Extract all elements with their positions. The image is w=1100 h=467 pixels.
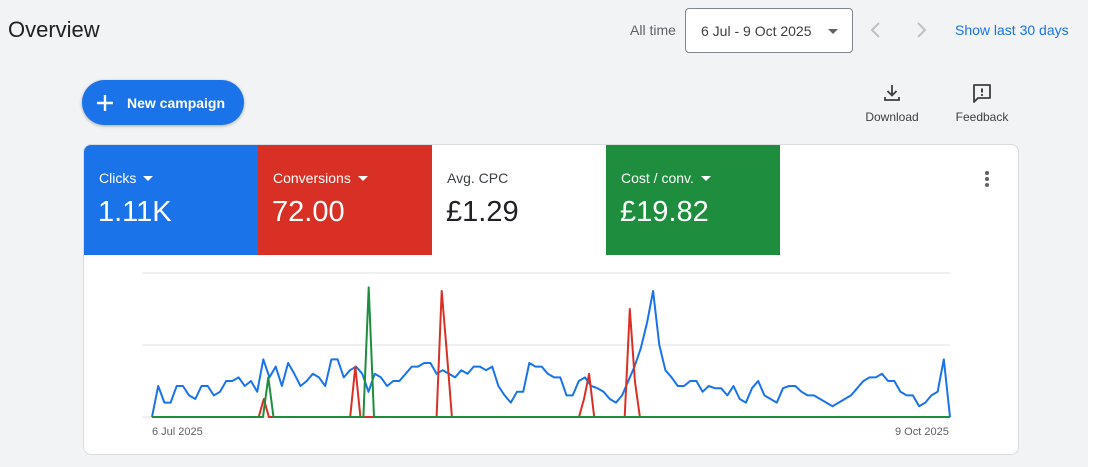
metric-clicks-header: Clicks [99,170,154,186]
metric-conversions-value: 72.00 [272,196,345,228]
metric-cost-label: Cost / conv. [621,170,694,186]
metric-cost-per-conversion[interactable]: Cost / conv. £19.82 [606,145,780,255]
metric-conversions[interactable]: Conversions 72.00 [258,145,432,255]
metric-avg-cpc-header: Avg. CPC [447,170,508,186]
plus-icon [97,94,113,111]
page-title: Overview [8,17,100,42]
performance-card: Clicks 1.11K Conversions 72.00 Avg. CPC … [83,144,1019,455]
metric-conversions-header: Conversions [273,170,368,186]
show-last-30-days-link[interactable]: Show last 30 days [955,22,1069,38]
dropdown-caret-icon [828,29,838,34]
date-range-value: 6 Jul - 9 Oct 2025 [701,22,812,39]
x-axis-end-label: 9 Oct 2025 [895,426,949,438]
feedback-button[interactable]: Feedback [952,82,1012,124]
dot [985,177,989,181]
metric-avg-cpc-label: Avg. CPC [447,170,509,186]
date-range-picker[interactable]: 6 Jul - 9 Oct 2025 [685,8,853,53]
metric-cost-value: £19.82 [620,196,709,228]
all-time-label: All time [630,22,676,38]
dropdown-arrow-icon [143,175,154,181]
new-campaign-label: New campaign [127,94,226,111]
metric-avg-cpc-value: £1.29 [446,196,519,228]
new-campaign-button[interactable]: New campaign [82,80,244,125]
feedback-label: Feedback [955,110,1009,124]
feedback-icon [973,84,991,103]
download-button[interactable]: Download [862,82,922,124]
metric-clicks[interactable]: Clicks 1.11K [84,145,258,255]
dropdown-arrow-icon [357,175,368,181]
performance-line-chart [142,272,951,418]
download-icon [884,85,900,101]
metric-cost-header: Cost / conv. [621,170,711,186]
more-options-icon[interactable] [977,168,997,190]
metric-clicks-value: 1.11K [98,196,172,228]
metric-clicks-label: Clicks [99,170,137,186]
metric-avg-cpc[interactable]: Avg. CPC £1.29 [432,145,606,255]
chevron-right-icon[interactable] [911,19,931,41]
download-label: Download [865,110,919,124]
dot [985,171,989,175]
dropdown-arrow-icon [700,175,711,181]
dot [985,183,989,187]
x-axis-start-label: 6 Jul 2025 [152,426,203,438]
metric-conversions-label: Conversions [273,170,351,186]
series-line-cost-conv- [152,286,950,418]
chevron-left-icon[interactable] [866,19,886,41]
